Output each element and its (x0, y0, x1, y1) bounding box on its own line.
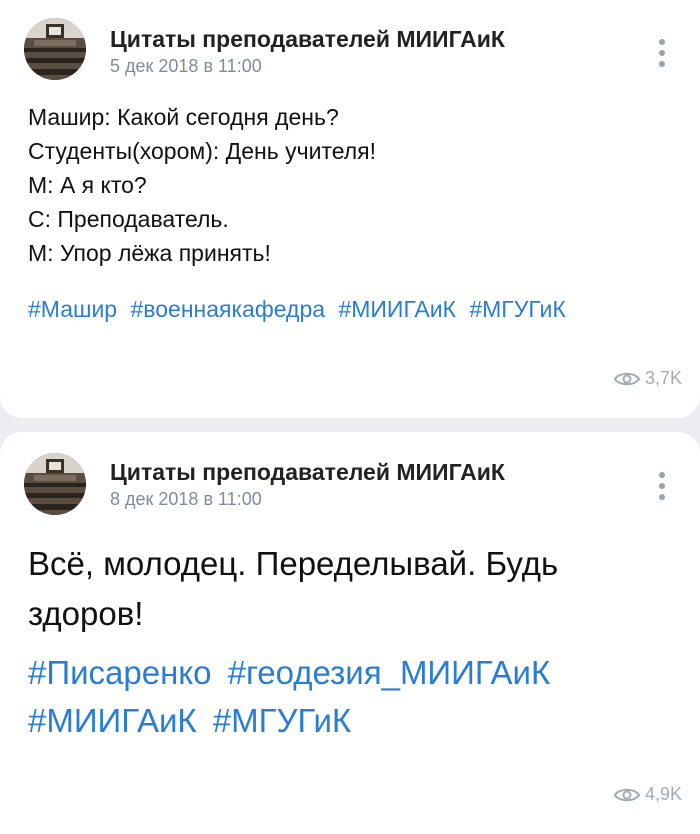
post-date[interactable]: 5 дек 2018 в 11:00 (110, 56, 262, 77)
eye-icon (613, 788, 640, 801)
post-text: Всё, молодец. Переделывай. Будь здоров! (28, 545, 559, 632)
post-text-line: С: Преподаватель. (28, 206, 229, 232)
views-counter: 4,9K (613, 784, 682, 805)
post-card: Цитаты преподавателей МИИГАиК 8 дек 2018… (0, 432, 700, 834)
menu-dot (659, 483, 665, 489)
community-avatar[interactable] (24, 18, 86, 80)
community-avatar[interactable] (24, 453, 86, 515)
hashtag-link[interactable]: #МГУГиК (469, 296, 565, 322)
post-text: Машир: Какой сегодня день? Студенты(хоро… (28, 100, 376, 270)
hashtag-link[interactable]: #военнаякафедра (130, 296, 325, 322)
post-card: Цитаты преподавателей МИИГАиК 5 дек 2018… (0, 0, 700, 418)
menu-dot (659, 61, 665, 67)
avatar-image (24, 453, 86, 515)
community-name[interactable]: Цитаты преподавателей МИИГАиК (110, 459, 505, 486)
menu-dot (659, 472, 665, 478)
post-text-line: М: Упор лёжа принять! (28, 240, 271, 266)
eye-icon (613, 372, 640, 385)
post-date[interactable]: 8 дек 2018 в 11:00 (110, 489, 262, 510)
hashtag-link[interactable]: #Машир (28, 296, 117, 322)
post-text-line: Машир: Какой сегодня день? (28, 104, 339, 130)
post-text-line: М: А я кто? (28, 172, 147, 198)
hashtag-link[interactable]: #МИИГАиК (338, 296, 456, 322)
hashtag-link[interactable]: #геодезия_МИИГАиК (228, 654, 551, 691)
avatar-image (24, 18, 86, 80)
hashtag-link[interactable]: #МГУГиК (213, 702, 351, 739)
menu-dot (659, 50, 665, 56)
hashtag-link[interactable]: #МИИГАиК (28, 702, 197, 739)
more-vertical-icon[interactable] (652, 35, 672, 71)
post-text-line: Студенты(хором): День учителя! (28, 138, 376, 164)
community-name[interactable]: Цитаты преподавателей МИИГАиК (110, 26, 505, 53)
views-count: 3,7K (644, 368, 682, 388)
hashtags: #Машир #военнаякафедра #МИИГАиК #МГУГиК (28, 296, 573, 323)
hashtag-link[interactable]: #Писаренко (28, 654, 211, 691)
more-vertical-icon[interactable] (652, 468, 672, 504)
hashtags: #Писаренко #геодезия_МИИГАиК #МИИГАиК #М… (28, 649, 688, 745)
views-counter: 3,7K (613, 368, 682, 389)
views-count: 4,9K (644, 784, 682, 804)
menu-dot (659, 39, 665, 45)
menu-dot (659, 494, 665, 500)
